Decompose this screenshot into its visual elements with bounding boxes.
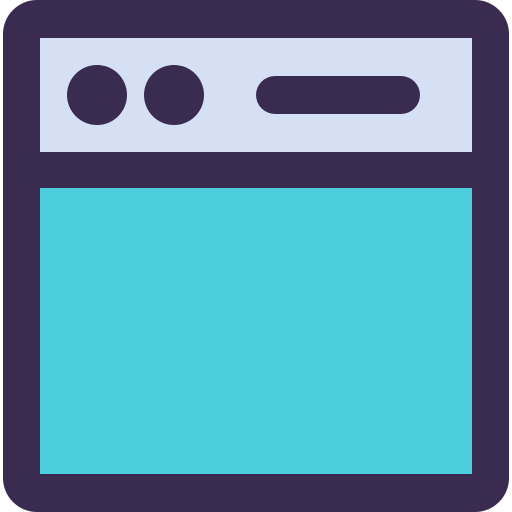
browser-window-icon	[0, 0, 512, 512]
address-bar-pill	[256, 76, 420, 114]
browser-window-svg	[3, 0, 509, 512]
window-control-dot-2	[144, 65, 204, 125]
window-content-area	[40, 188, 472, 474]
window-control-dot-1	[67, 65, 127, 125]
